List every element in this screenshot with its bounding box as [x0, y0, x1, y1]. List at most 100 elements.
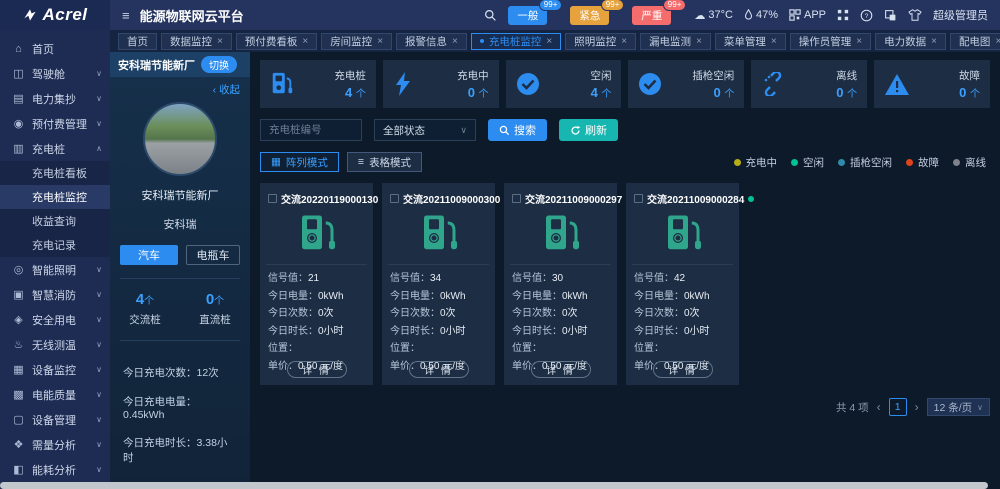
tab-power-data[interactable]: 电力数据× [875, 33, 946, 50]
close-tab-icon[interactable]: × [546, 36, 552, 47]
sidebar-item-safe-power[interactable]: ◈安全用电∨ [0, 307, 110, 332]
sidebar-item-charging-pile-monitoring[interactable]: 充电桩监控 [0, 185, 110, 209]
refresh-icon [570, 125, 581, 136]
sidebar-item-label: 电力集抄 [32, 91, 76, 107]
status-legend: 充电中 空闲 插枪空闲 故障 离线 [734, 155, 991, 170]
alarm-badge-urgent[interactable]: 紧急 99+ [570, 6, 609, 25]
detail-button[interactable]: 详 情 [531, 361, 591, 378]
sidebar-item-revenue-query[interactable]: 收益查询 [0, 209, 110, 233]
sidebar-item-energy-analysis[interactable]: ◧能耗分析∨ [0, 457, 110, 482]
detail-button[interactable]: 详 情 [653, 361, 713, 378]
fullscreen-grid-icon[interactable] [837, 9, 849, 21]
switch-station-button[interactable]: 切换 [201, 56, 237, 73]
close-tab-icon[interactable]: × [621, 36, 627, 47]
close-tab-icon[interactable]: × [377, 36, 383, 47]
app-qr-button[interactable]: APP [789, 9, 826, 21]
close-tab-icon[interactable]: × [995, 36, 1000, 47]
collapse-panel-link[interactable]: ‹ 收起 [110, 77, 250, 97]
sidebar-item-cockpit[interactable]: ◫驾驶舱∨ [0, 61, 110, 86]
sidebar-item-prepaid-management[interactable]: ◉预付费管理∨ [0, 111, 110, 136]
pile-location: 位置： [512, 340, 609, 358]
power-quality-icon: ▩ [12, 388, 25, 401]
search-icon [499, 125, 510, 136]
page-size-select[interactable]: 12 条/页 ∨ [927, 398, 990, 416]
next-page-button[interactable]: › [915, 400, 919, 414]
sidebar-item-charging-pile[interactable]: ▥充电桩∧ [0, 136, 110, 161]
sidebar-item-charging-pile-board[interactable]: 充电桩看板 [0, 161, 110, 185]
status-select[interactable]: 全部状态 ∨ [374, 119, 476, 141]
pile-number-input[interactable] [260, 119, 362, 141]
sidebar-item-home[interactable]: ⌂首页 [0, 36, 110, 61]
charging-pile-icon [420, 213, 458, 253]
pile-checkbox[interactable] [512, 194, 521, 203]
temperature-value: 37°C [708, 9, 733, 21]
user-menu[interactable]: 超级管理员 [933, 7, 988, 23]
tab-data-monitoring[interactable]: 数据监控× [161, 33, 232, 50]
prev-page-button[interactable]: ‹ [877, 400, 881, 414]
sidebar-item-label: 需量分析 [32, 437, 76, 453]
tab-leakage-monitoring[interactable]: 漏电监测× [640, 33, 711, 50]
close-tab-icon[interactable]: × [217, 36, 223, 47]
help-icon[interactable]: ? [860, 9, 873, 22]
horizontal-scrollbar[interactable] [0, 482, 988, 489]
close-tab-icon[interactable]: × [302, 36, 308, 47]
sidebar-item-smart-fire[interactable]: ▣智慧消防∨ [0, 282, 110, 307]
legend-offline: 离线 [953, 155, 986, 170]
status-select-value: 全部状态 [383, 123, 425, 138]
collapse-menu-icon[interactable]: ≡ [122, 8, 130, 23]
sidebar-item-charging-records[interactable]: 充电记录 [0, 233, 110, 257]
sidebar-item-device-management[interactable]: ▢设备管理∨ [0, 407, 110, 432]
grid-mode-button[interactable]: ▦ 阵列模式 [260, 152, 339, 172]
search-button[interactable]: 搜索 [488, 119, 547, 141]
pile-status-dot [748, 196, 754, 202]
sidebar-item-label: 收益查询 [32, 213, 76, 229]
close-tab-icon[interactable]: × [452, 36, 458, 47]
tab-label: 房间监控 [330, 34, 372, 49]
page-title: 能源物联网云平台 [140, 6, 244, 25]
pile-checkbox[interactable] [390, 194, 399, 203]
chevron-down-icon: ∨ [96, 390, 102, 399]
tab-bar: 首页 数据监控× 预付费看板× 房间监控 × 报警信息× 充电桩监控× 照明监控×… [110, 30, 1000, 52]
sidebar-item-smart-lighting[interactable]: ◎智能照明∨ [0, 257, 110, 282]
alarm-count-badge: 99+ [539, 0, 563, 11]
tab-distribution-diagram[interactable]: 配电图× [950, 33, 1000, 50]
close-tab-icon[interactable]: × [696, 36, 702, 47]
tab-home[interactable]: 首页 [118, 33, 157, 50]
refresh-button[interactable]: 刷新 [559, 119, 618, 141]
vehicle-tab-ebike[interactable]: 电瓶车 [186, 245, 240, 265]
sidebar-nav: ⌂首页 ◫驾驶舱∨ ▤ 电力集抄 ∨ ◉预付费管理∨ ▥充电桩∧ 充电桩看板 充电桩… [0, 30, 110, 489]
page-number[interactable]: 1 [889, 398, 907, 416]
sidebar-item-device-monitoring[interactable]: ▦设备监控∨ [0, 357, 110, 382]
windows-layers-icon[interactable] [884, 9, 897, 22]
alarm-badge-severe[interactable]: 严重 99+ [632, 6, 671, 25]
sidebar-item-demand-analysis[interactable]: ❖需量分析∨ [0, 432, 110, 457]
meter-icon: ▤ [12, 92, 25, 105]
pile-checkbox[interactable] [268, 194, 277, 203]
tab-alarm-info[interactable]: 报警信息× [396, 33, 467, 50]
sidebar-item-wireless-temp[interactable]: ♨无线测温∨ [0, 332, 110, 357]
close-tab-icon[interactable]: × [856, 36, 862, 47]
table-mode-button[interactable]: ≡ 表格模式 [347, 152, 422, 172]
close-tab-icon[interactable]: × [771, 36, 777, 47]
tab-operator-management[interactable]: 操作员管理× [790, 33, 871, 50]
close-tab-icon[interactable]: × [931, 36, 937, 47]
search-icon[interactable] [484, 9, 497, 22]
tab-menu-management[interactable]: 菜单管理× [715, 33, 786, 50]
acrel-logo-icon [22, 7, 38, 23]
tab-room-monitoring[interactable]: 房间监控 × [321, 33, 392, 50]
detail-button[interactable]: 详 情 [287, 361, 347, 378]
pile-checkbox[interactable] [634, 194, 643, 203]
pile-signal: 信号值：42 [634, 270, 731, 288]
detail-button[interactable]: 详 情 [409, 361, 469, 378]
vehicle-tab-car[interactable]: 汽车 [120, 245, 178, 265]
divider [632, 264, 733, 265]
sidebar-item-power-quality[interactable]: ▩电能质量∨ [0, 382, 110, 407]
sidebar-item-meter-reading[interactable]: ▤电力集抄∨ [0, 86, 110, 111]
tab-charging-pile-monitoring[interactable]: 充电桩监控× [471, 33, 561, 50]
tab-prepaid-board[interactable]: 预付费看板× [236, 33, 317, 50]
alarm-badge-general[interactable]: 一般 99+ [508, 6, 547, 25]
legend-dot [906, 159, 913, 166]
tab-lighting-monitoring[interactable]: 照明监控× [565, 33, 636, 50]
theme-shirt-icon[interactable] [908, 9, 922, 21]
pagination: 共 4 项 ‹ 1 › 12 条/页 ∨ [260, 398, 990, 416]
